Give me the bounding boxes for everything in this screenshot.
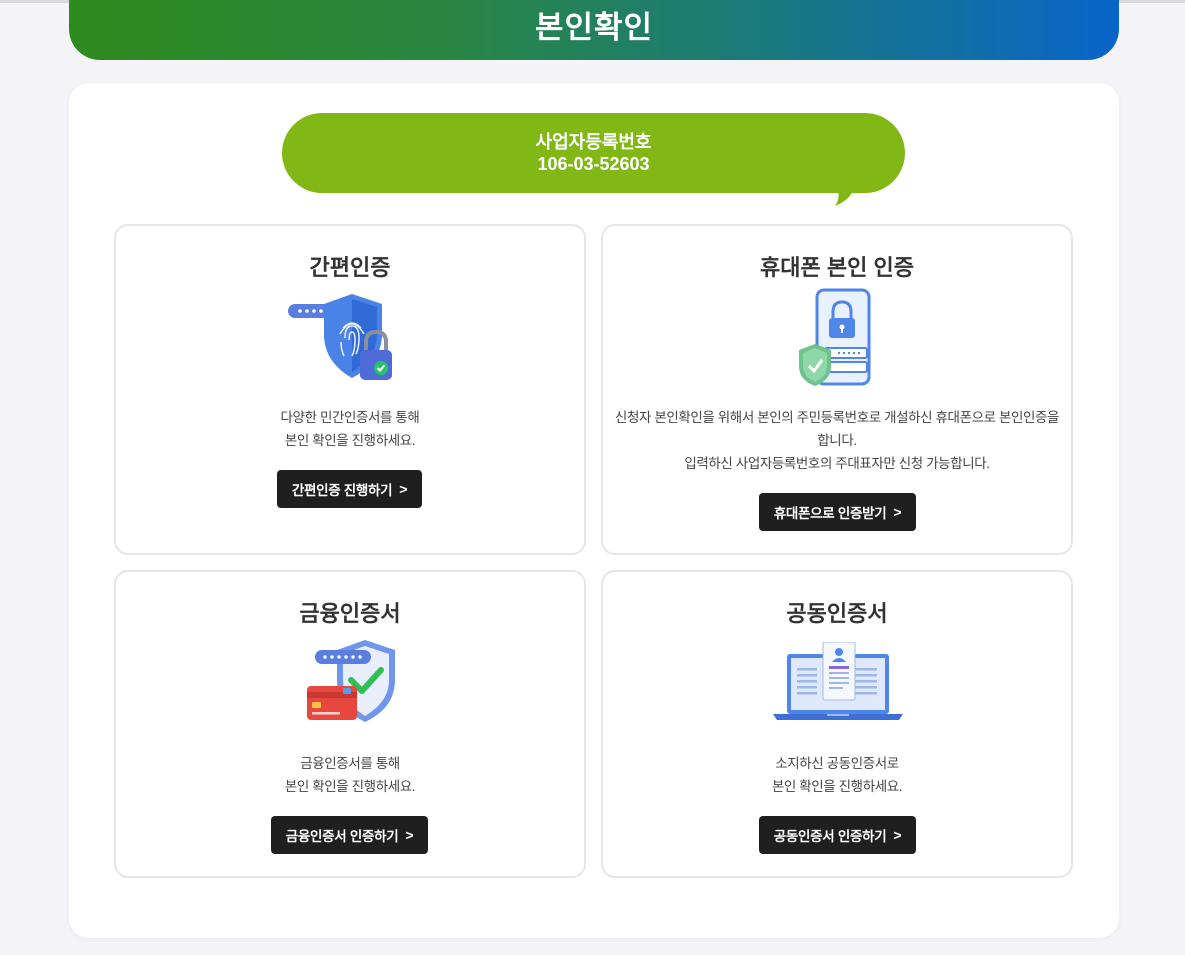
chevron-right-icon: > [893, 827, 902, 843]
joint-cert-button[interactable]: 공동인증서 인증하기 > [759, 816, 916, 854]
card-description: 다양한 민간인증서를 통해 본인 확인을 진행하세요. [116, 406, 584, 452]
laptop-certificate-icon [773, 642, 903, 720]
description-line: 본인 확인을 진행하세요. [284, 779, 416, 794]
phone-lock-shield-icon [799, 288, 871, 386]
card-title: 휴대폰 본인 인증 [760, 255, 914, 280]
card-title: 간편인증 [309, 255, 391, 280]
verification-panel: 사업자등록번호 106-03-52603 간편인증 다양한 민간인증서를 통해 [69, 83, 1119, 938]
fingerprint-shield-lock-icon [288, 294, 392, 380]
card-title: 공동인증서 [786, 601, 888, 626]
card-joint-cert: 공동인증서 소지하신 공동인증서로 본인 확인을 진행하세요. 공동인증서 인증… [601, 570, 1073, 878]
description-line: 다양한 민간인증서를 통해 [280, 410, 420, 425]
card-phone-auth: 휴대폰 본인 인증 신청자 본인확인을 위해서 본인의 주민등록번호로 개설하신… [601, 224, 1073, 555]
card-description: 소지하신 공동인증서로 본인 확인을 진행하세요. [603, 752, 1071, 798]
card-shield-check-icon [307, 640, 395, 722]
button-label: 공동인증서 인증하기 [773, 829, 887, 844]
business-number-label: 사업자등록번호 [535, 132, 652, 152]
chevron-right-icon: > [399, 481, 408, 497]
card-simple-auth: 간편인증 다양한 민간인증서를 통해 본인 확인을 진행하세요. 간편인증 진행… [114, 224, 586, 555]
card-description: 금융인증서를 통해 본인 확인을 진행하세요. [116, 752, 584, 798]
phone-auth-button[interactable]: 휴대폰으로 인증받기 > [759, 493, 916, 531]
business-number-value: 106-03-52603 [537, 154, 650, 174]
button-label: 휴대폰으로 인증받기 [773, 506, 887, 521]
description-line: 본인 확인을 진행하세요. [771, 779, 903, 794]
description-line: 신청자 본인확인을 위해서 본인의 주민등록번호로 개설하신 휴대폰으로 본인인… [614, 410, 1060, 425]
bubble-tail-icon [833, 181, 857, 206]
simple-auth-button[interactable]: 간편인증 진행하기 > [277, 470, 422, 508]
card-financial-cert: 금융인증서 금융인증서를 통해 본인 확인을 진행하세요. 금융인증서 인증하기… [114, 570, 586, 878]
chevron-right-icon: > [893, 504, 902, 520]
button-label: 간편인증 진행하기 [291, 483, 393, 498]
card-description: 신청자 본인확인을 위해서 본인의 주민등록번호로 개설하신 휴대폰으로 본인인… [603, 406, 1071, 475]
description-line: 소지하신 공동인증서로 [775, 756, 899, 771]
description-line: 본인 확인을 진행하세요. [284, 433, 416, 448]
description-line: 입력하신 사업자등록번호의 주대표자만 신청 가능합니다. [684, 456, 990, 471]
button-label: 금융인증서 인증하기 [285, 829, 399, 844]
business-number-bubble: 사업자등록번호 106-03-52603 [282, 113, 905, 193]
description-line: 합니다. [817, 433, 857, 448]
chevron-right-icon: > [405, 827, 414, 843]
description-line: 금융인증서를 통해 [300, 756, 400, 771]
page-header: 본인확인 [69, 0, 1119, 60]
card-title: 금융인증서 [299, 601, 401, 626]
financial-cert-button[interactable]: 금융인증서 인증하기 > [271, 816, 428, 854]
page-title: 본인확인 [534, 9, 654, 45]
